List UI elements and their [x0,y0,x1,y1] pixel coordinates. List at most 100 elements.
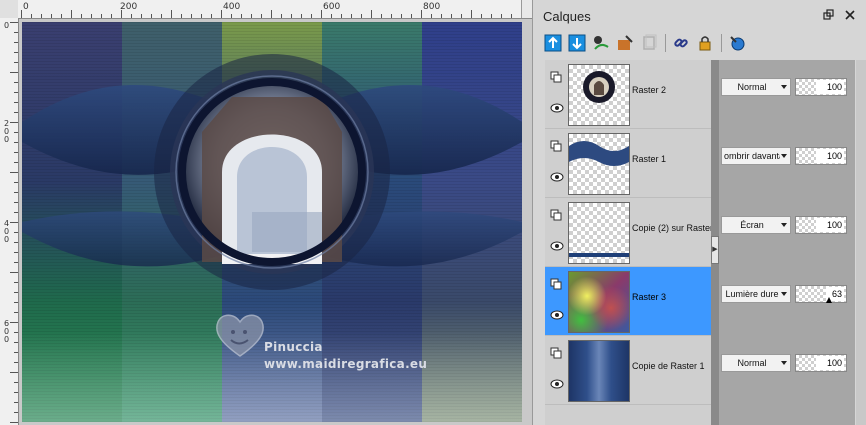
opacity-control[interactable]: 100 [795,354,847,372]
blend-mode-dropdown[interactable]: Normal [721,78,791,96]
ruler-tick [461,14,462,18]
restore-icon[interactable] [822,9,836,23]
dropdown-arrow-icon [781,154,787,158]
ruler-tick [10,222,18,223]
opacity-value[interactable]: 100 [816,218,844,232]
new-raster-layer-icon[interactable] [543,33,563,53]
watermark: Pinuccia www.maidiregrafica.eu [212,310,432,380]
ruler-tick [441,14,442,18]
canvas-image[interactable]: Pinuccia www.maidiregrafica.eu [22,22,522,422]
ruler-tick [81,14,82,18]
ruler-tick [161,14,162,18]
blend-mode-dropdown[interactable]: Écran [721,216,791,234]
new-vector-layer-icon[interactable] [567,33,587,53]
dropdown-arrow-icon [781,361,787,365]
ruler-top-label: 200 [120,2,138,12]
ruler-top: 0 200 400 600 800 [18,0,532,19]
ruler-tick [341,14,342,18]
close-icon[interactable] [843,9,857,23]
ruler-tick [221,10,222,18]
ruler-tick [14,142,18,143]
layers-panel: Raster 2 Raster 1 Copie (2) sur Raster R… [545,60,855,425]
ruler-tick [14,132,18,133]
ruler-tick [14,52,18,53]
layer-type-icon [550,208,562,221]
opacity-control[interactable]: 100 [795,78,847,96]
ruler-tick [151,14,152,18]
opacity-value[interactable]: 100 [816,149,844,163]
ruler-tick [361,14,362,18]
ruler-tick [181,14,182,18]
delete-layer-icon[interactable] [639,33,659,53]
ruler-tick [14,302,18,303]
layer-name: Copie de Raster 1 [632,361,705,371]
ruler-tick [71,10,72,18]
lock-transparency-icon[interactable] [695,33,715,53]
arch-scene [202,97,342,264]
ruler-tick [10,122,18,123]
new-mask-layer-icon[interactable] [591,33,611,53]
visibility-eye-icon[interactable] [550,376,564,389]
layer-thumbnail [568,64,630,126]
opacity-slider-marker[interactable] [826,297,832,303]
ruler-tick [281,14,282,18]
layer-thumbnail [568,271,630,333]
ruler-tick [14,182,18,183]
visibility-eye-icon[interactable] [550,307,564,320]
visibility-eye-icon[interactable] [550,100,564,113]
panel-splitter[interactable]: ▶ [711,60,719,425]
ruler-tick [14,292,18,293]
ruler-tick [51,14,52,18]
ruler-tick [10,372,18,373]
ruler-tick [421,10,422,18]
ruler-tick [14,282,18,283]
layer-name: Raster 2 [632,85,667,95]
visibility-eye-icon[interactable] [550,238,564,251]
ruler-tick [231,14,232,18]
ruler-tick [14,62,18,63]
layers-palette: Calques Raster 2 Raster 1 Copie (2) sur … [532,0,866,425]
ruler-tick [14,392,18,393]
ruler-tick [131,14,132,18]
blend-mode-dropdown[interactable]: Normal [721,354,791,372]
ruler-left: 0 2 0 0 4 0 0 6 0 0 [0,18,19,425]
layer-row-raster-2[interactable]: Raster 2 [545,60,711,129]
layer-row-raster-3[interactable]: Raster 3 [545,267,711,336]
ruler-tick [511,14,512,18]
splitter-handle[interactable]: ▶ [711,236,719,264]
layer-row-copie-2[interactable]: Copie (2) sur Raster [545,198,712,267]
ruler-tick [14,232,18,233]
opacity-control[interactable]: 100 [795,147,847,165]
layer-name: Copie (2) sur Raster [632,223,712,233]
ruler-tick [10,322,18,323]
layer-properties-icon[interactable] [727,33,747,53]
ruler-tick [351,14,352,18]
ruler-tick [241,14,242,18]
ruler-tick [381,14,382,18]
ruler-tick [21,10,22,18]
ruler-tick [121,10,122,18]
blend-mode-dropdown[interactable]: ombrir davanta [721,147,791,165]
ruler-tick [14,112,18,113]
opacity-value[interactable]: 100 [816,356,844,370]
ruler-tick [261,14,262,18]
dropdown-arrow-icon [781,223,787,227]
layer-row-raster-1[interactable]: Raster 1 [545,129,711,198]
opacity-value[interactable]: 100 [816,80,844,94]
opacity-control[interactable]: 100 [795,216,847,234]
canvas-area[interactable]: 0 200 400 600 800 02 0 04 0 06 0 0 Pinuc… [0,0,533,425]
new-adjustment-layer-icon[interactable] [615,33,635,53]
layer-type-icon [550,346,562,359]
palette-scrollbar[interactable] [856,60,866,425]
visibility-eye-icon[interactable] [550,169,564,182]
ruler-tick [61,14,62,18]
blend-mode-dropdown[interactable]: Lumière dure [721,285,791,303]
link-layers-icon[interactable] [671,33,691,53]
layer-row-copie-raster-1[interactable]: Copie de Raster 1 [545,336,711,405]
opacity-control[interactable]: 63 [795,285,847,303]
ruler-top-label: 0 [23,2,29,12]
ruler-tick [14,412,18,413]
ruler-tick [14,252,18,253]
ruler-tick [331,14,332,18]
ruler-tick [451,14,452,18]
